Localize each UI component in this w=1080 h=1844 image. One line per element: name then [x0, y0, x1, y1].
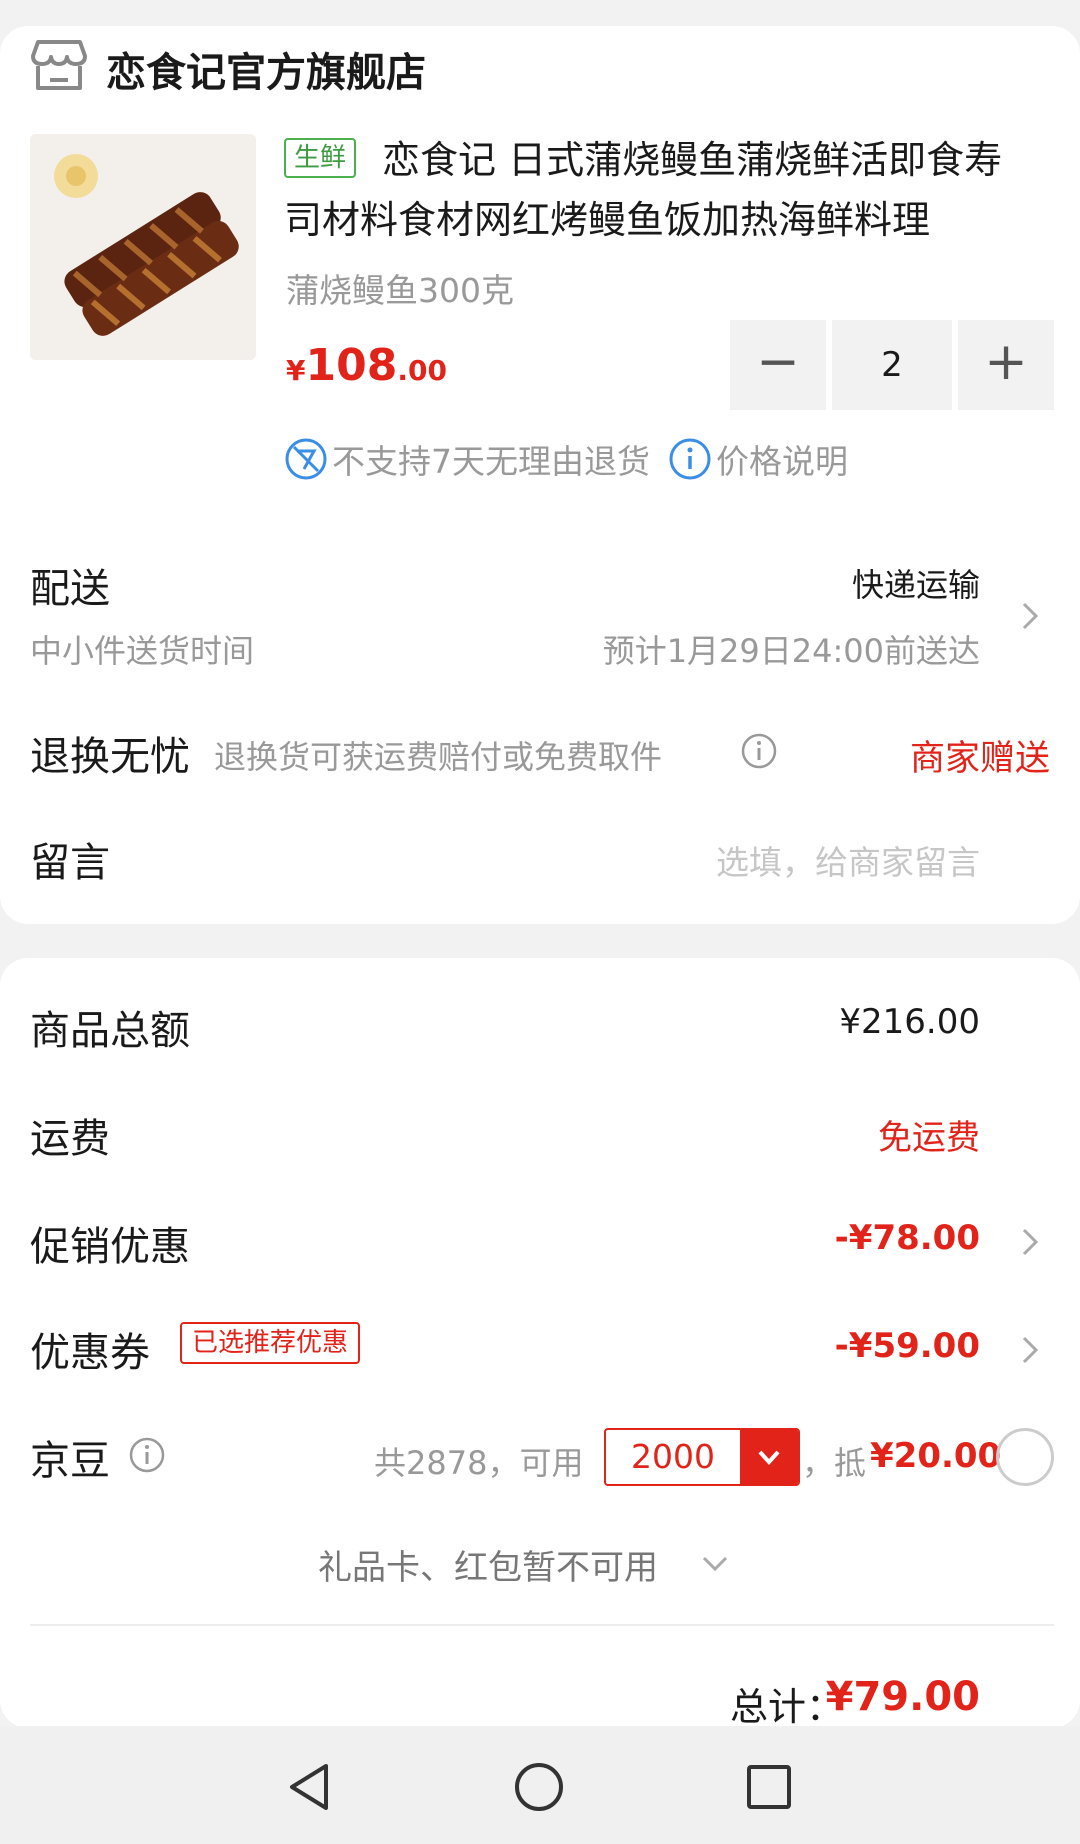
quantity-stepper: − 2 + [730, 320, 1054, 410]
product-price: ¥108.00 [286, 340, 447, 391]
store-icon [31, 40, 87, 90]
return-worry-free-desc: 退换货可获运费赔付或免费取件 [214, 738, 663, 776]
delivery-time-label: 中小件送货时间 [30, 632, 255, 670]
recents-icon[interactable] [746, 1764, 792, 1810]
coupon-selected-tag: 已选推荐优惠 [180, 1322, 361, 1364]
shipping-label: 运费 [30, 1116, 110, 1162]
back-icon[interactable] [286, 1762, 332, 1812]
divider [30, 1624, 1054, 1626]
chevron-down-icon[interactable] [740, 1430, 798, 1484]
product-image[interactable] [30, 134, 256, 360]
decrement-button[interactable]: − [730, 320, 826, 410]
increment-button[interactable]: + [958, 320, 1054, 410]
merchant-gift-value[interactable]: 商家赠送 [910, 730, 1050, 781]
promo-label: 促销优惠 [30, 1224, 190, 1270]
product-variant[interactable]: 蒲烧鳗鱼300克 [286, 264, 514, 312]
jd-bean-radio[interactable] [996, 1428, 1054, 1486]
no-return-text[interactable]: 不支持7天无理由退货 [332, 435, 650, 483]
delivery-eta[interactable]: 预计1月29日24:00前送达 [603, 626, 980, 672]
message-label: 留言 [30, 840, 110, 886]
jd-bean-label: 京豆 [30, 1438, 110, 1484]
jd-bean-deduct-value: ¥20.00 [870, 1436, 1002, 1476]
shipping-value: 免运费 [878, 1118, 980, 1158]
jd-bean-select[interactable]: 2000 [604, 1428, 800, 1486]
chevron-down-icon[interactable] [698, 1546, 732, 1580]
goods-total-label: 商品总额 [30, 1008, 190, 1054]
jd-bean-deduct-prefix: ，抵 [802, 1444, 867, 1482]
price-info-link[interactable]: 价格说明 [716, 435, 848, 483]
info-icon[interactable] [128, 1436, 166, 1474]
gift-card-text[interactable]: 礼品卡、红包暂不可用 [318, 1540, 658, 1589]
jd-bean-selected-value[interactable]: 2000 [606, 1430, 740, 1484]
shop-name[interactable]: 恋食记官方旗舰店 [106, 40, 426, 98]
chevron-right-icon[interactable] [1016, 1330, 1044, 1370]
info-icon [669, 438, 711, 480]
delivery-label: 配送 [30, 566, 110, 612]
goods-total-value: ¥216.00 [839, 1002, 980, 1042]
chevron-right-icon[interactable] [1016, 596, 1044, 636]
coupon-value[interactable]: -¥59.00 [835, 1326, 980, 1366]
product-title[interactable]: 恋食记 日式蒲烧鳗鱼蒲烧鲜活即食寿司材料食材网红烤鳗鱼饭加热海鲜料理 [284, 130, 1036, 250]
delivery-method[interactable]: 快递运输 [852, 560, 980, 606]
return-worry-free-label: 退换无忧 [30, 734, 190, 780]
promo-value[interactable]: -¥78.00 [835, 1218, 980, 1258]
price-decimal: .00 [397, 354, 447, 387]
price-integer: 108 [305, 340, 398, 391]
coupon-label: 优惠券 [30, 1330, 150, 1376]
price-currency: ¥ [286, 354, 306, 387]
chevron-right-icon[interactable] [1016, 1222, 1044, 1262]
message-input[interactable]: 选填，给商家留言 [716, 836, 980, 884]
jd-bean-available: 共2878，可用 [374, 1444, 584, 1482]
quantity-value[interactable]: 2 [832, 320, 952, 410]
total-value: ¥79.00 [825, 1674, 980, 1720]
no-return-icon [285, 438, 327, 480]
info-icon[interactable] [740, 732, 778, 770]
home-icon[interactable] [514, 1762, 564, 1812]
service-row: 不支持7天无理由退货 价格说明 [284, 432, 848, 486]
eel-image [30, 134, 256, 360]
